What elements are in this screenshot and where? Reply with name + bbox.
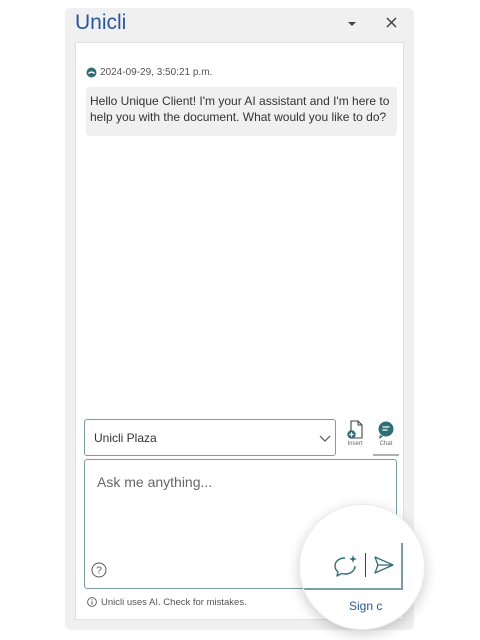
ask-box-bottom-edge: [300, 588, 403, 590]
assistant-message: Hello Unique Client! I'm your AI assista…: [86, 87, 397, 136]
chevron-down-icon: [319, 435, 331, 442]
chat-mode-button[interactable]: Chat: [373, 419, 399, 456]
pane-header: Unicli: [65, 8, 414, 42]
send-icon[interactable]: [373, 555, 395, 575]
assistant-avatar-icon: [86, 67, 97, 77]
svg-text:?: ?: [96, 566, 102, 577]
button-divider: [365, 553, 366, 577]
ai-disclaimer: Unicli uses AI. Check for mistakes.: [87, 595, 247, 609]
magnified-controls: Sign c: [300, 505, 424, 629]
chat-bubble-icon: [378, 421, 394, 439]
info-icon: [87, 597, 97, 607]
message-timestamp: 2024-09-29, 3:50:21 p.m.: [100, 66, 213, 78]
insert-mode-button[interactable]: Insert: [342, 419, 368, 459]
chat-label: Chat: [379, 441, 393, 447]
ask-box-edge: [401, 543, 403, 589]
question-circle-icon[interactable]: ?: [91, 562, 107, 578]
ask-input[interactable]: [97, 472, 297, 492]
sign-in-link[interactable]: Sign c: [349, 599, 382, 613]
disclaimer-text: Unicli uses AI. Check for mistakes.: [101, 596, 247, 608]
sparkle-chat-icon[interactable]: [333, 554, 359, 578]
close-icon[interactable]: [383, 12, 401, 32]
pane-title: Unicli: [75, 11, 127, 34]
insert-document-icon: [347, 420, 363, 439]
insert-label: Insert: [347, 441, 363, 447]
message-meta: 2024-09-29, 3:50:21 p.m.: [86, 65, 212, 79]
caret-down-icon[interactable]: [343, 15, 361, 33]
dropdown-value: Unicli Plaza: [94, 431, 157, 445]
source-dropdown[interactable]: Unicli Plaza: [84, 419, 336, 456]
